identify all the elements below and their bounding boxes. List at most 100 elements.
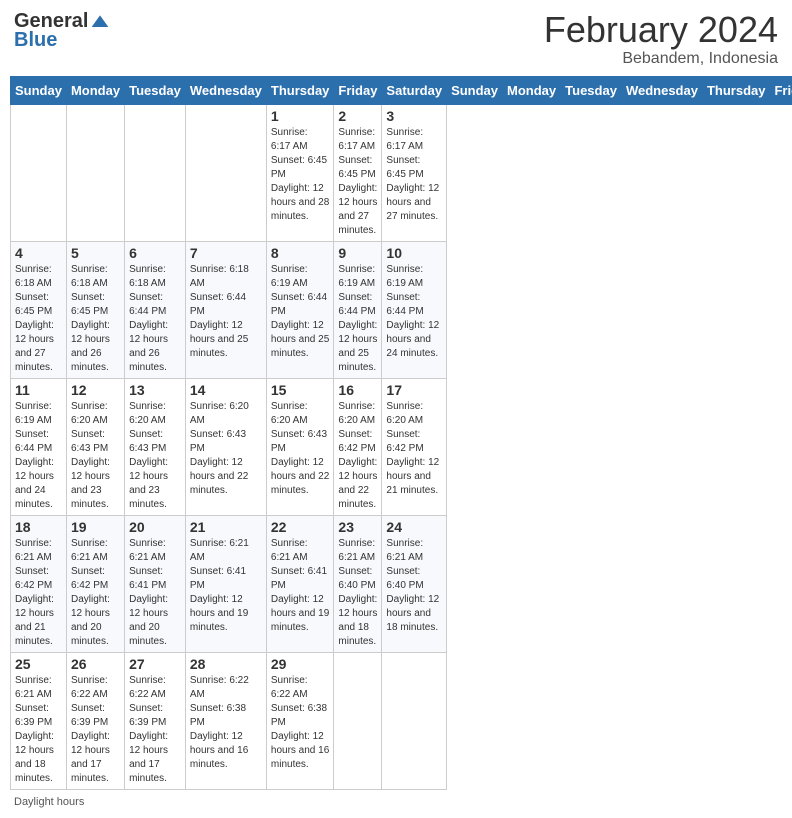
calendar-cell: 14 Sunrise: 6:20 AM Sunset: 6:43 PM Dayli…	[185, 378, 266, 515]
day-info: Sunrise: 6:22 AM Sunset: 6:39 PM Dayligh…	[129, 674, 181, 786]
day-info: Sunrise: 6:21 AM Sunset: 6:42 PM Dayligh…	[15, 537, 62, 649]
day-number: 1	[271, 108, 330, 124]
calendar-cell	[382, 652, 447, 789]
calendar-cell: 20Sunrise: 6:21 AM Sunset: 6:41 PM Dayli…	[125, 515, 186, 652]
day-info: Sunrise: 6:22 AM Sunset: 6:38 PM Dayligh…	[271, 674, 330, 772]
day-info: Sunrise: 6:18 AM Sunset: 6:45 PM Dayligh…	[15, 263, 62, 375]
calendar-cell: 6 Sunrise: 6:18 AM Sunset: 6:44 PM Daylig…	[125, 241, 186, 378]
calendar-cell: 5Sunrise: 6:18 AM Sunset: 6:45 PM Daylig…	[66, 241, 124, 378]
calendar-cell: 4 Sunrise: 6:18 AM Sunset: 6:45 PM Daylig…	[11, 241, 67, 378]
day-info: Sunrise: 6:21 AM Sunset: 6:42 PM Dayligh…	[71, 537, 120, 649]
page-header: General Blue February 2024 Bebandem, Ind…	[10, 10, 782, 68]
day-info: Sunrise: 6:21 AM Sunset: 6:39 PM Dayligh…	[15, 674, 62, 786]
day-number: 9	[338, 245, 377, 261]
calendar-cell: 1 Sunrise: 6:17 AM Sunset: 6:45 PM Daylig…	[266, 104, 334, 241]
calendar-cell: 19 Sunrise: 6:21 AM Sunset: 6:42 PM Dayli…	[66, 515, 124, 652]
daylight-hours-label: Daylight hours	[14, 796, 84, 808]
logo-blue-text: Blue	[14, 29, 57, 52]
day-number: 4	[15, 245, 62, 261]
day-header-saturday: Saturday	[382, 76, 447, 104]
day-header-monday: Monday	[503, 76, 561, 104]
day-info: Sunrise: 6:19 AM Sunset: 6:44 PM Dayligh…	[271, 263, 330, 361]
day-info: Sunrise: 6:20 AM Sunset: 6:43 PM Dayligh…	[190, 400, 262, 498]
day-number: 8	[271, 245, 330, 261]
calendar-cell	[185, 104, 266, 241]
day-info: Sunrise: 6:21 AM Sunset: 6:41 PM Dayligh…	[129, 537, 181, 649]
calendar-week-row: 11Sunrise: 6:19 AM Sunset: 6:44 PM Dayli…	[11, 378, 792, 515]
day-number: 17	[386, 382, 442, 398]
day-header-sunday: Sunday	[11, 76, 67, 104]
day-info: Sunrise: 6:18 AM Sunset: 6:44 PM Dayligh…	[190, 263, 262, 361]
day-info: Sunrise: 6:20 AM Sunset: 6:43 PM Dayligh…	[271, 400, 330, 498]
calendar-cell: 17Sunrise: 6:20 AM Sunset: 6:42 PM Dayli…	[382, 378, 447, 515]
calendar-cell: 27 Sunrise: 6:22 AM Sunset: 6:39 PM Dayli…	[125, 652, 186, 789]
calendar-cell: 24Sunrise: 6:21 AM Sunset: 6:40 PM Dayli…	[382, 515, 447, 652]
month-title: February 2024	[544, 10, 778, 50]
calendar-week-row: 4 Sunrise: 6:18 AM Sunset: 6:45 PM Daylig…	[11, 241, 792, 378]
day-info: Sunrise: 6:17 AM Sunset: 6:45 PM Dayligh…	[271, 126, 330, 224]
calendar-header-row: SundayMondayTuesdayWednesdayThursdayFrid…	[11, 76, 792, 104]
day-header-wednesday: Wednesday	[185, 76, 266, 104]
title-area: February 2024 Bebandem, Indonesia	[544, 10, 778, 68]
calendar-cell: 2 Sunrise: 6:17 AM Sunset: 6:45 PM Daylig…	[334, 104, 382, 241]
day-info: Sunrise: 6:19 AM Sunset: 6:44 PM Dayligh…	[386, 263, 442, 361]
calendar-cell: 23Sunrise: 6:21 AM Sunset: 6:40 PM Dayli…	[334, 515, 382, 652]
calendar-cell	[334, 652, 382, 789]
calendar-cell: 22Sunrise: 6:21 AM Sunset: 6:41 PM Dayli…	[266, 515, 334, 652]
subtitle: Bebandem, Indonesia	[544, 50, 778, 68]
day-number: 10	[386, 245, 442, 261]
day-header-thursday: Thursday	[702, 76, 770, 104]
day-info: Sunrise: 6:22 AM Sunset: 6:38 PM Dayligh…	[190, 674, 262, 772]
day-number: 22	[271, 519, 330, 535]
calendar-cell: 26 Sunrise: 6:22 AM Sunset: 6:39 PM Dayli…	[66, 652, 124, 789]
day-info: Sunrise: 6:20 AM Sunset: 6:43 PM Dayligh…	[129, 400, 181, 512]
day-number: 5	[71, 245, 120, 261]
day-number: 28	[190, 656, 262, 672]
day-header-sunday: Sunday	[447, 76, 503, 104]
calendar-cell: 29 Sunrise: 6:22 AM Sunset: 6:38 PM Dayli…	[266, 652, 334, 789]
logo: General Blue	[14, 10, 110, 52]
calendar-table: SundayMondayTuesdayWednesdayThursdayFrid…	[10, 76, 792, 790]
day-number: 15	[271, 382, 330, 398]
day-number: 29	[271, 656, 330, 672]
day-number: 7	[190, 245, 262, 261]
calendar-week-row: 1 Sunrise: 6:17 AM Sunset: 6:45 PM Daylig…	[11, 104, 792, 241]
day-number: 21	[190, 519, 262, 535]
calendar-cell: 12Sunrise: 6:20 AM Sunset: 6:43 PM Dayli…	[66, 378, 124, 515]
calendar-cell: 8 Sunrise: 6:19 AM Sunset: 6:44 PM Daylig…	[266, 241, 334, 378]
day-header-friday: Friday	[770, 76, 792, 104]
day-info: Sunrise: 6:17 AM Sunset: 6:45 PM Dayligh…	[338, 126, 377, 238]
day-number: 27	[129, 656, 181, 672]
day-info: Sunrise: 6:18 AM Sunset: 6:44 PM Dayligh…	[129, 263, 181, 375]
day-header-tuesday: Tuesday	[561, 76, 622, 104]
day-header-wednesday: Wednesday	[621, 76, 702, 104]
calendar-week-row: 25Sunrise: 6:21 AM Sunset: 6:39 PM Dayli…	[11, 652, 792, 789]
day-number: 19	[71, 519, 120, 535]
day-info: Sunrise: 6:22 AM Sunset: 6:39 PM Dayligh…	[71, 674, 120, 786]
calendar-cell	[125, 104, 186, 241]
calendar-cell: 21 Sunrise: 6:21 AM Sunset: 6:41 PM Dayli…	[185, 515, 266, 652]
calendar-cell: 10 Sunrise: 6:19 AM Sunset: 6:44 PM Dayli…	[382, 241, 447, 378]
day-header-friday: Friday	[334, 76, 382, 104]
calendar-cell: 18Sunrise: 6:21 AM Sunset: 6:42 PM Dayli…	[11, 515, 67, 652]
day-info: Sunrise: 6:19 AM Sunset: 6:44 PM Dayligh…	[15, 400, 62, 512]
day-number: 26	[71, 656, 120, 672]
day-number: 2	[338, 108, 377, 124]
calendar-cell: 11Sunrise: 6:19 AM Sunset: 6:44 PM Dayli…	[11, 378, 67, 515]
logo-icon	[90, 12, 110, 32]
calendar-week-row: 18Sunrise: 6:21 AM Sunset: 6:42 PM Dayli…	[11, 515, 792, 652]
day-info: Sunrise: 6:17 AM Sunset: 6:45 PM Dayligh…	[386, 126, 442, 224]
day-number: 14	[190, 382, 262, 398]
day-number: 24	[386, 519, 442, 535]
calendar-cell: 3Sunrise: 6:17 AM Sunset: 6:45 PM Daylig…	[382, 104, 447, 241]
day-header-tuesday: Tuesday	[125, 76, 186, 104]
day-number: 6	[129, 245, 181, 261]
day-number: 13	[129, 382, 181, 398]
day-info: Sunrise: 6:21 AM Sunset: 6:41 PM Dayligh…	[190, 537, 262, 635]
day-info: Sunrise: 6:20 AM Sunset: 6:43 PM Dayligh…	[71, 400, 120, 512]
calendar-cell: 13 Sunrise: 6:20 AM Sunset: 6:43 PM Dayli…	[125, 378, 186, 515]
calendar-cell: 28 Sunrise: 6:22 AM Sunset: 6:38 PM Dayli…	[185, 652, 266, 789]
calendar-cell: 7 Sunrise: 6:18 AM Sunset: 6:44 PM Daylig…	[185, 241, 266, 378]
calendar-cell	[11, 104, 67, 241]
day-number: 23	[338, 519, 377, 535]
